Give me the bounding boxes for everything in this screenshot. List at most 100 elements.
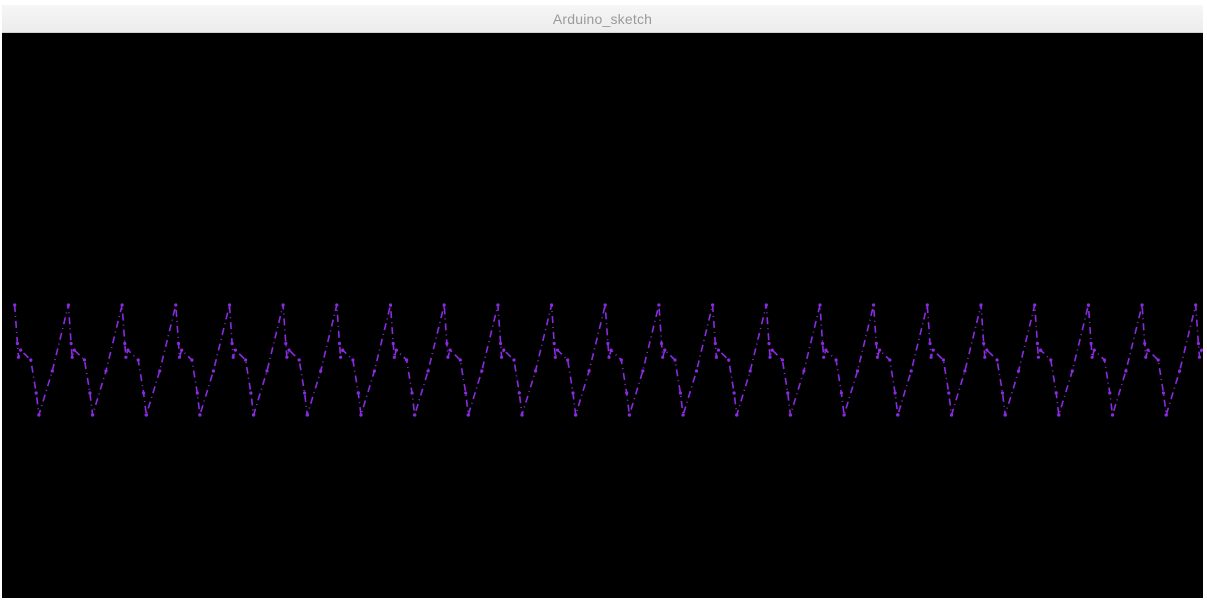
waveform-point bbox=[405, 358, 409, 362]
waveform-point bbox=[285, 355, 289, 359]
waveform-point bbox=[1057, 413, 1061, 417]
waveform-point bbox=[732, 391, 736, 395]
waveform-point bbox=[735, 413, 739, 417]
waveform-point bbox=[786, 391, 790, 395]
waveform-point bbox=[896, 413, 900, 417]
waveform-point bbox=[928, 341, 932, 346]
waveform-point bbox=[142, 391, 146, 395]
waveform-point bbox=[174, 303, 178, 307]
waveform-point bbox=[1140, 303, 1144, 307]
waveform-point bbox=[727, 358, 731, 362]
waveform-point bbox=[1161, 391, 1166, 395]
waveform-point bbox=[413, 413, 417, 417]
waveform-point bbox=[802, 369, 806, 373]
waveform-point bbox=[1197, 355, 1202, 359]
waveform-point bbox=[464, 391, 468, 395]
waveform-point bbox=[748, 369, 752, 373]
waveform-point bbox=[91, 413, 95, 417]
waveform-point bbox=[176, 341, 181, 346]
waveform-point bbox=[88, 391, 92, 395]
waveform-point bbox=[1156, 358, 1160, 362]
waveform-point bbox=[1196, 341, 1200, 346]
waveform-point bbox=[713, 341, 717, 346]
waveform-point bbox=[72, 348, 76, 352]
waveform-point bbox=[249, 391, 253, 395]
waveform-point bbox=[351, 358, 355, 362]
waveform-point bbox=[303, 391, 307, 395]
waveform-point bbox=[663, 348, 667, 352]
waveform-point bbox=[694, 369, 699, 373]
waveform-point bbox=[66, 303, 70, 307]
waveform-point bbox=[500, 355, 504, 359]
waveform-point bbox=[356, 391, 360, 395]
waveform-point bbox=[19, 348, 23, 352]
waveform-point bbox=[82, 358, 87, 362]
waveform-point bbox=[1143, 341, 1147, 346]
waveform-point bbox=[893, 391, 897, 395]
waveform-point bbox=[660, 341, 664, 346]
waveform-point bbox=[37, 413, 41, 417]
waveform-point bbox=[711, 303, 715, 307]
waveform-point bbox=[788, 413, 793, 417]
waveform-point bbox=[878, 348, 882, 352]
waveform-point bbox=[391, 341, 395, 346]
waveform-point bbox=[603, 303, 607, 307]
waveform-point bbox=[839, 391, 844, 395]
waveform-point bbox=[842, 413, 846, 417]
plot-canvas bbox=[2, 33, 1203, 598]
waveform-point bbox=[657, 303, 661, 307]
waveform-point bbox=[297, 358, 301, 362]
waveform-point bbox=[69, 341, 73, 346]
waveform-point bbox=[625, 391, 629, 395]
waveform-point bbox=[909, 369, 913, 373]
waveform-point bbox=[550, 303, 554, 307]
waveform-point bbox=[281, 303, 285, 307]
waveform-point bbox=[448, 348, 452, 352]
waveform-point bbox=[931, 348, 935, 352]
waveform-point bbox=[1124, 369, 1128, 373]
waveform-point bbox=[394, 348, 398, 352]
waveform-point bbox=[949, 413, 954, 417]
waveform-point bbox=[15, 341, 19, 346]
waveform-point bbox=[714, 355, 719, 359]
waveform-point bbox=[855, 369, 860, 373]
waveform-point bbox=[284, 341, 288, 346]
waveform-point bbox=[29, 358, 33, 362]
waveform-point bbox=[874, 341, 878, 346]
waveform-point bbox=[1178, 369, 1182, 373]
waveform-point bbox=[392, 355, 396, 359]
waveform-point bbox=[231, 355, 235, 359]
waveform-point bbox=[195, 391, 199, 395]
waveform-point bbox=[233, 348, 237, 352]
waveform-point bbox=[265, 369, 269, 373]
waveform-point bbox=[339, 355, 343, 359]
waveform-point bbox=[1033, 303, 1037, 307]
waveform-point bbox=[834, 358, 838, 362]
waveform-point bbox=[305, 413, 309, 417]
waveform-point bbox=[533, 369, 538, 373]
waveform-point bbox=[466, 413, 470, 417]
waveform-point bbox=[1035, 341, 1039, 346]
waveform-point bbox=[337, 341, 342, 346]
waveform-point bbox=[716, 348, 721, 352]
waveform-point bbox=[941, 358, 946, 362]
waveform-point bbox=[252, 413, 256, 417]
waveform-point bbox=[764, 303, 768, 307]
waveform-point bbox=[929, 355, 933, 359]
waveform-point bbox=[177, 355, 182, 359]
waveform-point bbox=[136, 358, 140, 362]
waveform-point bbox=[1036, 355, 1040, 359]
waveform-point bbox=[1086, 303, 1090, 307]
waveform-point bbox=[780, 358, 785, 362]
waveform-point bbox=[410, 391, 414, 395]
waveform-point bbox=[963, 369, 967, 373]
waveform-point bbox=[442, 303, 446, 307]
waveform-point bbox=[16, 355, 21, 359]
waveform-point bbox=[180, 348, 184, 352]
waveform-point bbox=[124, 355, 128, 359]
window-titlebar[interactable]: Arduino_sketch bbox=[2, 5, 1203, 33]
waveform-point bbox=[824, 348, 828, 352]
waveform-point bbox=[673, 358, 677, 362]
waveform-point bbox=[520, 413, 524, 417]
waveform-point bbox=[480, 369, 484, 373]
